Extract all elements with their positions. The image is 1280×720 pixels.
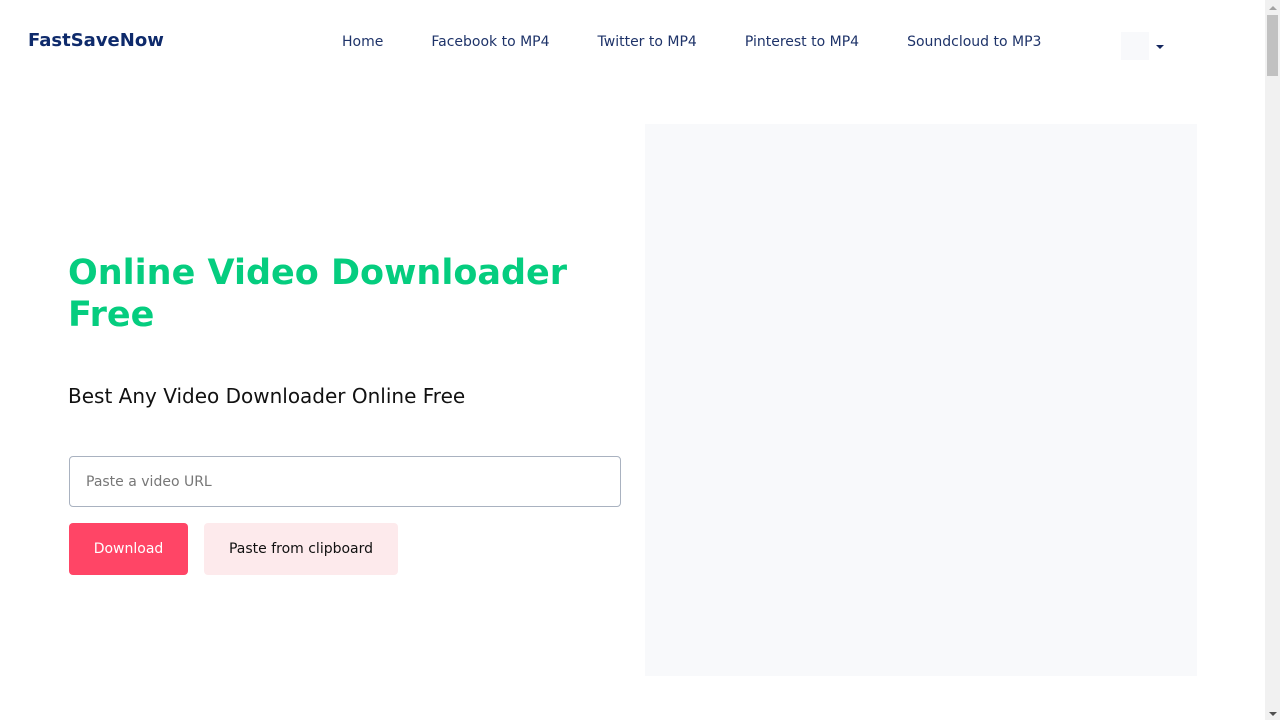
scroll-up-arrow-icon[interactable] [1269,6,1277,10]
preview-panel [645,124,1197,676]
nav-soundcloud-to-mp3[interactable]: Soundcloud to MP3 [883,33,1065,51]
scroll-down-arrow-icon[interactable] [1269,712,1277,716]
nav-home[interactable]: Home [318,33,407,51]
download-button[interactable]: Download [69,523,188,575]
main-nav: Home Facebook to MP4 Twitter to MP4 Pint… [318,33,1065,51]
chevron-down-icon [1156,45,1164,49]
nav-pinterest-to-mp4[interactable]: Pinterest to MP4 [721,33,883,51]
video-url-input[interactable] [69,456,621,507]
page-subtitle: Best Any Video Downloader Online Free [68,384,466,408]
page-scrollbar[interactable] [1265,0,1280,720]
page-title: Online Video Downloader Free [68,253,568,335]
language-selector[interactable] [1121,32,1164,60]
flag-icon [1121,32,1149,60]
nav-facebook-to-mp4[interactable]: Facebook to MP4 [407,33,573,51]
paste-from-clipboard-button[interactable]: Paste from clipboard [204,523,398,575]
scrollbar-thumb[interactable] [1267,15,1278,76]
nav-twitter-to-mp4[interactable]: Twitter to MP4 [574,33,721,51]
site-header: FastSaveNow Home Facebook to MP4 Twitter… [0,0,1265,84]
site-logo[interactable]: FastSaveNow [28,30,164,51]
